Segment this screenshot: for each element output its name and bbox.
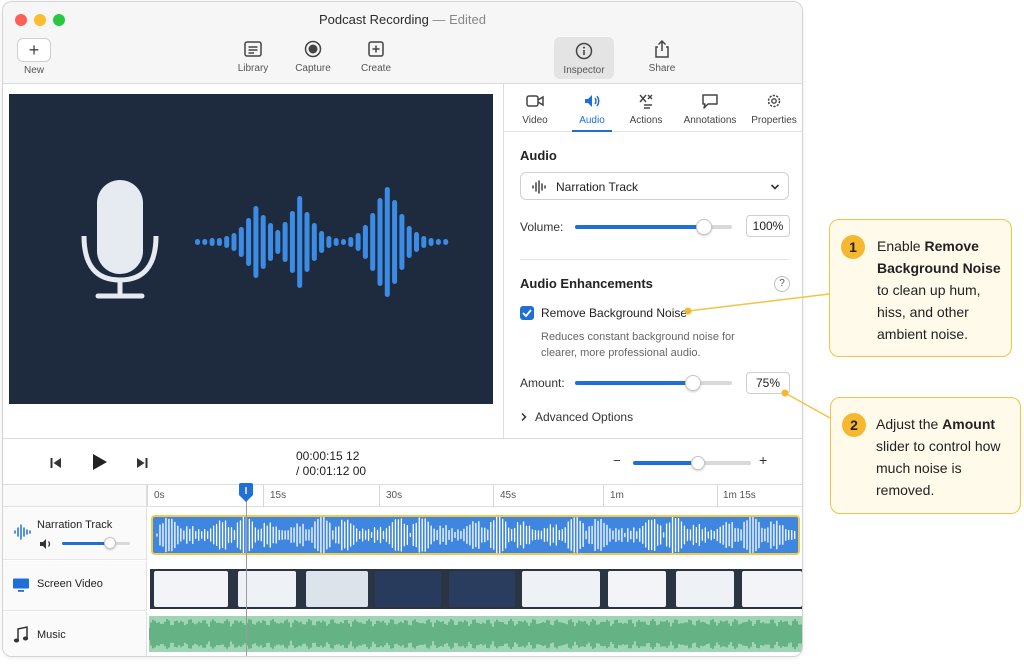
callout-2-number: 2 <box>842 413 866 437</box>
callout-2-text: Adjust the Amount slider to control how … <box>876 416 1001 498</box>
callout-1-number: 1 <box>841 235 865 259</box>
callout-1-text: Enable Remove Background Noise to clean … <box>877 238 1001 342</box>
callout-2: 2 Adjust the Amount slider to control ho… <box>830 397 1021 514</box>
callout-1: 1 Enable Remove Background Noise to clea… <box>829 219 1012 357</box>
